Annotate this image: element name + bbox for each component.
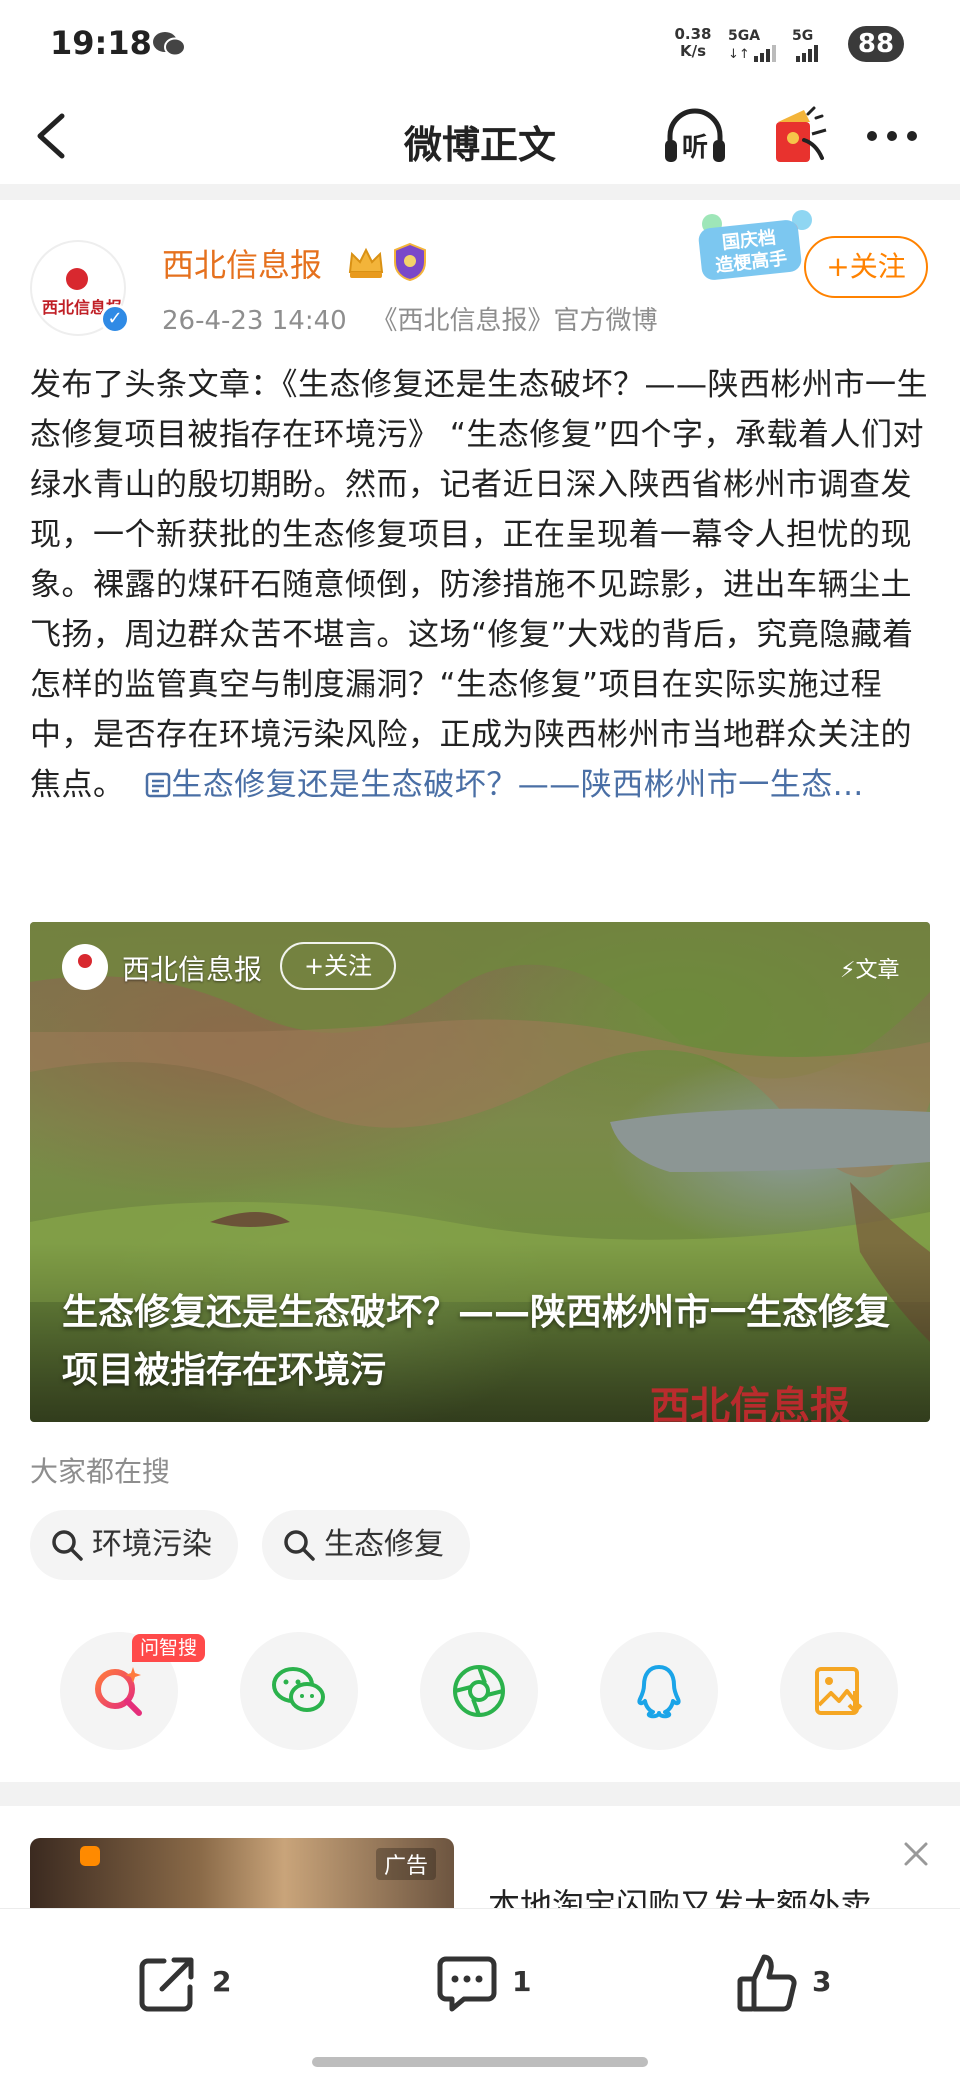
ad-app-icon xyxy=(80,1846,100,1866)
signal-5g-label: 5G xyxy=(792,28,814,44)
shield-badge-icon[interactable] xyxy=(392,242,428,282)
search-chip-restoration[interactable]: 生态修复 xyxy=(262,1510,470,1580)
article-link-icon xyxy=(145,772,171,798)
status-bar: 19:18 0.38 K/s 5GA ↓↑ 5G 88 xyxy=(0,0,960,90)
wenzhi-search-tag: 问智搜 xyxy=(132,1634,206,1662)
network-speed-unit: K/s xyxy=(679,42,707,60)
card-type-text: 文章 xyxy=(855,958,900,983)
battery-indicator: 88 xyxy=(848,26,904,62)
share-save-image[interactable] xyxy=(780,1632,898,1750)
author-name[interactable]: 西北信息报 xyxy=(162,240,322,286)
search-icon xyxy=(52,1530,83,1561)
status-time: 19:18 xyxy=(50,24,152,62)
more-options-icon[interactable] xyxy=(862,112,922,160)
crown-member-icon[interactable] xyxy=(346,242,386,282)
repost-count: 2 xyxy=(212,1965,232,1998)
section-divider xyxy=(0,1782,960,1806)
article-link-text: 生态修复还是生态破坏？——陕西彬州市一生态... xyxy=(171,767,864,803)
card-author-name[interactable]: 西北信息报 xyxy=(122,948,262,988)
article-card[interactable]: 西北信息报 +关注 ⚡文章 生态修复还是生态破坏？——陕西彬州市一生态修复项目被… xyxy=(30,922,930,1422)
network-speed-value: 0.38 xyxy=(674,25,712,43)
share-moments[interactable] xyxy=(420,1632,538,1750)
qq-icon xyxy=(637,1665,681,1719)
signal-bars-icon: ↓↑ xyxy=(728,45,776,62)
post-meta: 26-4-23 14:40 《西北信息报》官方微博 xyxy=(162,300,657,337)
listen-label: 听 xyxy=(682,133,708,163)
avatar-logo-dot xyxy=(66,268,88,290)
save-image-icon xyxy=(815,1667,863,1715)
holiday-event-badge[interactable]: 国庆档 造梗高手 xyxy=(694,206,814,290)
card-type-label: ⚡文章 xyxy=(840,952,899,984)
wenzhi-search-icon xyxy=(95,1667,142,1716)
header-divider xyxy=(0,184,960,200)
top-nav-bar: 微博正文 听 xyxy=(0,90,960,182)
search-chip-label: 生态修复 xyxy=(324,1527,444,1562)
home-indicator[interactable] xyxy=(312,2057,648,2067)
comment-icon xyxy=(437,1956,497,2012)
listen-headphones-icon[interactable]: 听 xyxy=(660,104,730,170)
signal-5ga-label: 5GA xyxy=(728,28,761,44)
search-chip-pollution[interactable]: 环境污染 xyxy=(30,1510,238,1580)
post-text: 发布了头条文章：《生态修复还是生态破坏？——陕西彬州市一生态修复项目被指存在环境… xyxy=(30,360,930,810)
post-source: 《西北信息报》官方微博 xyxy=(371,306,658,336)
verified-badge-icon: ✓ xyxy=(100,304,130,334)
like-count: 3 xyxy=(812,1965,832,1998)
card-author-avatar[interactable] xyxy=(62,944,108,990)
repost-icon xyxy=(139,1957,194,2012)
lightning-icon: ⚡ xyxy=(840,958,856,983)
close-ad-icon[interactable] xyxy=(898,1836,934,1872)
thumbs-up-icon xyxy=(737,1954,797,2012)
comment-count: 1 xyxy=(512,1965,532,1998)
ad-label: 广告 xyxy=(376,1848,437,1880)
post-body-text: 发布了头条文章：《生态修复还是生态破坏？——陕西彬州市一生态修复项目被指存在环境… xyxy=(30,367,928,803)
card-avatar-dot xyxy=(78,954,92,968)
article-watermark: 西北信息报 xyxy=(650,1383,850,1422)
signal-5ga: 5GA ↓↑ xyxy=(728,28,788,62)
ad-image[interactable]: 广告 xyxy=(30,1838,454,1908)
post-date: 26-4-23 14:40 xyxy=(162,306,347,336)
share-wechat[interactable] xyxy=(240,1632,358,1750)
follow-button[interactable]: +关注 xyxy=(804,236,928,298)
svg-text:↓↑: ↓↑ xyxy=(728,47,750,62)
article-link[interactable]: 生态修复还是生态破坏？——陕西彬州市一生态... xyxy=(135,767,864,803)
hot-search-label: 大家都在搜 xyxy=(30,1455,171,1488)
bottom-action-bar: 2 1 3 xyxy=(0,1908,960,2080)
wechat-notification-icon xyxy=(153,32,186,57)
moments-icon xyxy=(453,1665,505,1717)
share-qq[interactable] xyxy=(600,1632,718,1750)
signal-5g: 5G xyxy=(792,28,852,62)
card-follow-button[interactable]: +关注 xyxy=(280,942,396,990)
wechat-icon xyxy=(272,1667,325,1712)
network-speed: 0.38 K/s xyxy=(668,26,718,60)
red-packet-icon[interactable] xyxy=(764,100,834,170)
search-chip-label: 环境污染 xyxy=(92,1527,212,1562)
search-icon xyxy=(284,1530,315,1561)
signal-bars-2-icon xyxy=(796,45,818,62)
